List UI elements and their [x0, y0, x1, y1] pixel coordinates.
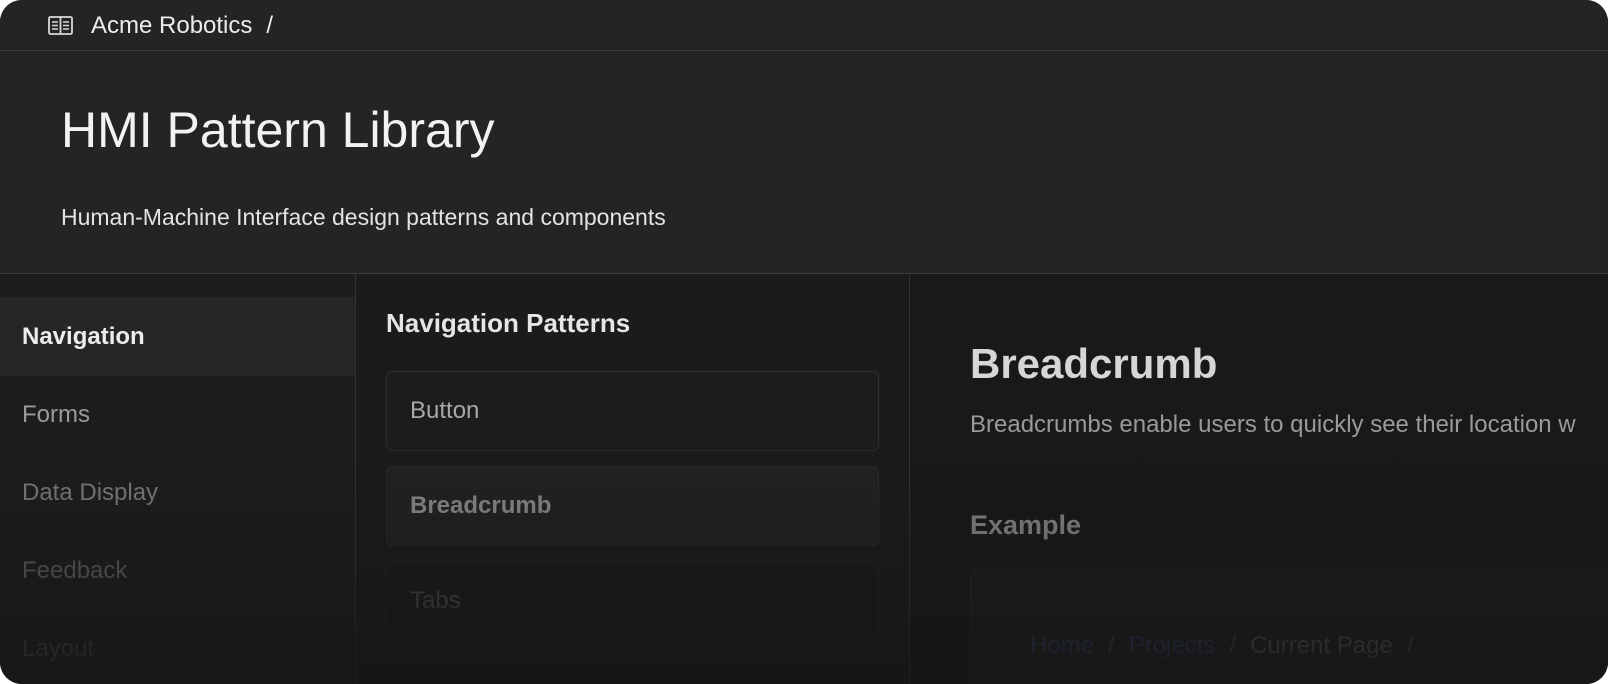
- app-window: Acme Robotics / HMI Pattern Library Human…: [0, 0, 1608, 684]
- page-header: HMI Pattern Library Human-Machine Interf…: [0, 51, 1608, 274]
- pattern-detail: Breadcrumb Breadcrumbs enable users to q…: [910, 274, 1608, 684]
- example-preview: [970, 569, 1608, 684]
- sidebar-item-data-display[interactable]: Data Display: [0, 453, 355, 532]
- pattern-card-breadcrumb[interactable]: Breadcrumb: [386, 466, 879, 546]
- org-name-link[interactable]: Acme Robotics: [91, 12, 252, 39]
- crumb-current: Current Page: [1250, 632, 1393, 659]
- crumb-home[interactable]: Home: [1030, 632, 1094, 659]
- top-bar: Acme Robotics /: [0, 0, 1608, 51]
- crumb-separator: /: [1108, 632, 1115, 659]
- patterns-list: Navigation Patterns Button Breadcrumb Ta…: [356, 274, 910, 684]
- sidebar-item-navigation[interactable]: Navigation: [0, 297, 355, 376]
- example-breadcrumb: Home / Projects / Current Page /: [1030, 632, 1428, 660]
- pattern-card-tabs[interactable]: Tabs: [386, 561, 879, 641]
- sidebar-item-feedback[interactable]: Feedback: [0, 531, 355, 610]
- sidebar-item-layout[interactable]: Layout: [0, 609, 355, 684]
- detail-title: Breadcrumb: [970, 340, 1218, 387]
- crumb-separator: /: [1406, 632, 1414, 659]
- page-subtitle: Human-Machine Interface design patterns …: [61, 204, 666, 230]
- book-open-icon: [48, 16, 73, 35]
- breadcrumb-separator: /: [266, 12, 274, 39]
- breadcrumb: Acme Robotics /: [91, 12, 273, 40]
- example-label: Example: [970, 510, 1082, 540]
- detail-description: Breadcrumbs enable users to quickly see …: [970, 411, 1576, 438]
- pattern-card-button[interactable]: Button: [386, 371, 879, 451]
- patterns-title: Navigation Patterns: [386, 308, 631, 338]
- crumb-projects[interactable]: Projects: [1129, 632, 1216, 659]
- category-sidebar: Navigation Forms Data Display Feedback L…: [0, 274, 356, 684]
- sidebar-item-forms[interactable]: Forms: [0, 375, 355, 454]
- page-title: HMI Pattern Library: [61, 102, 495, 158]
- crumb-separator: /: [1229, 632, 1237, 659]
